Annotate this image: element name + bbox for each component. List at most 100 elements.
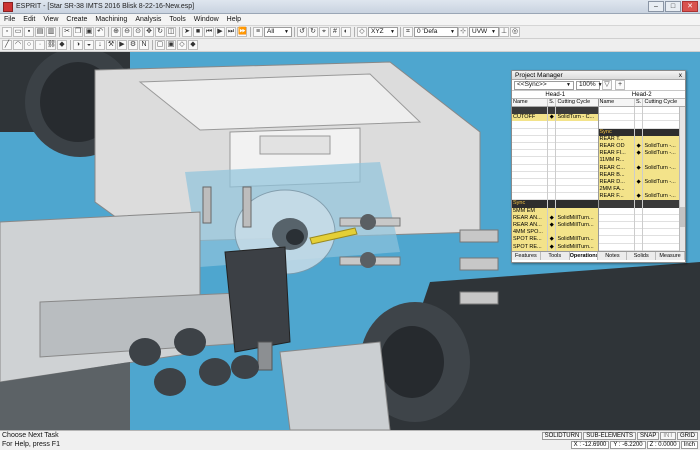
filter-icon[interactable]: ▽	[602, 80, 612, 90]
head-1-cell[interactable]	[512, 128, 599, 136]
operation-row[interactable]: 5MM EM	[512, 207, 685, 215]
head-2-cell[interactable]	[599, 229, 686, 237]
operation-row[interactable]	[512, 107, 686, 115]
column-name[interactable]: Name	[599, 99, 635, 106]
operation-row[interactable]	[512, 121, 686, 129]
view-icon[interactable]: ◫	[166, 27, 176, 37]
zoom-fit-icon[interactable]: ⊙	[133, 27, 143, 37]
head-2-cell[interactable]	[599, 107, 686, 115]
operation-row[interactable]: REAR B...	[512, 171, 685, 179]
milling-icon[interactable]: ◒	[84, 40, 94, 50]
turning-icon[interactable]: ◑	[73, 40, 83, 50]
column-s[interactable]: S.	[635, 99, 644, 106]
machine-icon[interactable]: ⚙	[128, 40, 138, 50]
workplane-icon[interactable]: ⌗	[403, 27, 413, 37]
uvw-select[interactable]: UVW ▼	[469, 27, 499, 37]
step-back-icon[interactable]: ⏮	[204, 27, 214, 37]
menu-analysis[interactable]: Analysis	[131, 16, 165, 23]
print-icon[interactable]: ▤	[35, 27, 45, 37]
paste-icon[interactable]: ▣	[84, 27, 94, 37]
nc-code-icon[interactable]: N	[139, 40, 149, 50]
pan-icon[interactable]: ✥	[144, 27, 154, 37]
head-2-cell[interactable]	[599, 214, 686, 222]
select-arrow-icon[interactable]: ➤	[182, 27, 192, 37]
head-1-cell[interactable]	[512, 142, 599, 151]
head-1-cell[interactable]: SPOT RE... ◆ SolidMillTurn...	[512, 236, 599, 244]
mode-grid[interactable]: GRID	[677, 432, 698, 440]
head-1-cell[interactable]	[512, 121, 599, 129]
head-2-cell[interactable]: 2MM FA...	[598, 186, 685, 194]
operation-row[interactable]: 4MM SPO...	[512, 229, 686, 237]
tab-operations[interactable]: Operations	[569, 252, 599, 260]
zoom-out-icon[interactable]: ⊖	[122, 27, 132, 37]
mode-snap[interactable]: SNAP	[636, 432, 660, 440]
head-2-cell[interactable]	[599, 236, 686, 244]
save-icon[interactable]: ▪	[24, 27, 34, 37]
head-2-cell[interactable]	[599, 121, 686, 129]
mode-int[interactable]: INT	[660, 432, 676, 440]
zoom-select[interactable]: 100% ▼	[576, 80, 603, 90]
head-2-cell[interactable]: REAR C... ◆ SolidTurn -...	[598, 164, 685, 172]
head-1-cell[interactable]	[512, 193, 599, 201]
menu-view[interactable]: View	[39, 16, 62, 23]
tab-solids[interactable]: Solids	[627, 252, 657, 260]
plane-icon[interactable]: ◇	[357, 27, 367, 37]
line-icon[interactable]: ╱	[2, 40, 12, 50]
head-1-cell[interactable]	[512, 135, 599, 143]
rotate-icon[interactable]: ↻	[155, 27, 165, 37]
operation-row[interactable]: REAR AN... ◆ SolidMillTurn...	[512, 214, 686, 222]
mode-solidturn[interactable]: SOLIDTURN	[541, 432, 583, 440]
circle-icon[interactable]: ○	[24, 40, 34, 50]
drilling-icon[interactable]: ↓	[95, 40, 105, 50]
new-file-icon[interactable]: ▫	[2, 27, 12, 37]
menu-file[interactable]: File	[0, 16, 19, 23]
play-icon[interactable]: ▶	[215, 27, 225, 37]
head-1-cell[interactable]: 4MM SPO...	[512, 229, 599, 237]
work-plane-select[interactable]: 0 'Defa ▼	[414, 27, 458, 37]
head-1-cell[interactable]	[512, 150, 599, 158]
grid-icon[interactable]: #	[330, 27, 340, 37]
cut-icon[interactable]: ✂	[62, 27, 72, 37]
plane-select[interactable]: XYZ ▼	[368, 27, 398, 37]
wireframe-icon[interactable]: ▢	[155, 40, 165, 50]
operation-row[interactable]: REAR D... ◆ SolidTurn -...	[512, 178, 685, 187]
head-2-cell[interactable]	[598, 200, 685, 208]
head-2-cell[interactable]: REAR OD ◆ SolidTurn -...	[598, 142, 685, 151]
scrollbar-thumb[interactable]	[680, 207, 685, 227]
head-1-cell[interactable]	[512, 157, 599, 165]
head-1-cell[interactable]: REAR AN... ◆ SolidMillTurn...	[512, 222, 599, 230]
head-2-cell[interactable]	[599, 222, 686, 230]
minimize-button[interactable]: –	[648, 1, 664, 12]
operation-row[interactable]: SPOT RE... ◆ SolidMillTurn...	[512, 243, 685, 251]
operation-row[interactable]: REAR FI... ◆ SolidTurn -...	[512, 150, 685, 158]
operation-row[interactable]: Sync	[512, 200, 685, 208]
layer-icon[interactable]: ≡	[253, 27, 263, 37]
menu-window[interactable]: Window	[190, 16, 223, 23]
operation-row[interactable]: REAR T...	[512, 135, 685, 143]
step-forward-icon[interactable]: ⏭	[226, 27, 236, 37]
shaded-icon[interactable]: ◆	[188, 40, 198, 50]
operation-row[interactable]: REAR F... ◆ SolidTurn -...	[512, 193, 685, 201]
column-cutting-cycle[interactable]: Cutting Cycle	[643, 99, 685, 106]
chain-icon[interactable]: ⛓	[46, 40, 56, 50]
expand-icon[interactable]: +	[615, 80, 625, 90]
column-cutting-cycle[interactable]: Cutting Cycle	[556, 99, 597, 106]
head-1-cell[interactable]	[512, 171, 599, 179]
operation-row[interactable]: REAR OD ◆ SolidTurn -...	[512, 142, 685, 151]
menu-tools[interactable]: Tools	[165, 16, 189, 23]
head-1-cell[interactable]: Sync	[512, 200, 599, 208]
arc-icon[interactable]: ◠	[13, 40, 23, 50]
menu-create[interactable]: Create	[62, 16, 91, 23]
tool-icon[interactable]: ⚒	[106, 40, 116, 50]
head-2-cell[interactable]: REAR T...	[598, 135, 685, 143]
operation-row[interactable]: REAR AN... ◆ SolidMillTurn...	[512, 222, 686, 230]
coordinate-icon[interactable]: ⊹	[458, 27, 468, 37]
head-2-cell[interactable]: REAR FI... ◆ SolidTurn -...	[598, 150, 685, 158]
undo-icon[interactable]: ↶	[95, 27, 105, 37]
redo-view-icon[interactable]: ↻	[308, 27, 318, 37]
menu-machining[interactable]: Machining	[91, 16, 131, 23]
column-name[interactable]: Name	[512, 99, 548, 106]
head-2-cell[interactable]: REAR B...	[598, 171, 685, 179]
head-2-cell[interactable]: 11MM R...	[598, 157, 685, 165]
head-1-cell[interactable]	[512, 107, 599, 115]
